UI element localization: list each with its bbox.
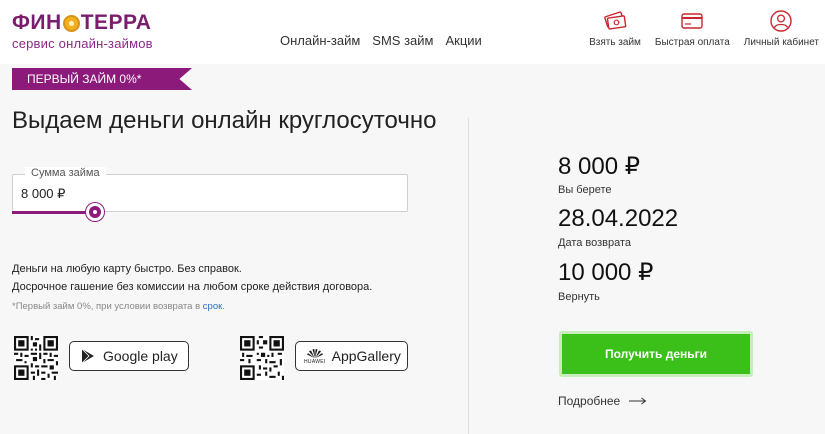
quick-pay-label: Быстрая оплата xyxy=(654,37,730,48)
take-loan-label: Взять займ xyxy=(589,37,641,48)
loan-amount-slider-handle[interactable] xyxy=(86,203,104,221)
google-play-icon xyxy=(81,348,95,364)
more-details-label: Подробнее xyxy=(558,394,621,408)
arrow-right-icon xyxy=(629,394,647,408)
loan-amount-slider-track[interactable] xyxy=(12,211,96,214)
footnote-text: *Первый займ 0%, при условии возврата в xyxy=(12,301,203,312)
user-icon xyxy=(769,10,793,32)
nav-item-online-loan[interactable]: Онлайн-займ xyxy=(280,33,360,48)
site-header: ФИН ТЕРРА сервис онлайн-займов Онлайн-за… xyxy=(0,0,825,64)
header-actions: Взять займ Быстрая оплата Личный кабинет xyxy=(589,10,819,48)
logo-text-part2: ТЕРРА xyxy=(80,11,152,34)
return-date-label: Дата возврата xyxy=(558,237,632,249)
appgallery-button[interactable]: HUAWEI AppGallery xyxy=(295,341,408,371)
google-play-button[interactable]: Google play xyxy=(69,341,189,371)
appgallery-label: AppGallery xyxy=(331,348,401,364)
return-amount-value: 10 000 ₽ xyxy=(558,259,654,286)
quick-pay-link[interactable]: Быстрая оплата xyxy=(655,10,730,48)
loan-amount-label: Сумма займа xyxy=(25,167,106,179)
huawei-icon: HUAWEI xyxy=(304,348,326,365)
return-amount-label: Вернуть xyxy=(558,291,600,303)
appgallery-qr-code xyxy=(240,336,284,380)
page-title: Выдаем деньги онлайн круглосуточно xyxy=(12,107,437,134)
card-icon xyxy=(680,10,704,32)
loan-amount-value: 8 000 ₽ xyxy=(21,186,66,201)
get-money-button[interactable]: Получить деньги xyxy=(559,331,753,377)
more-details-link[interactable]: Подробнее xyxy=(558,394,647,408)
logo[interactable]: ФИН ТЕРРА сервис онлайн-займов xyxy=(12,12,153,52)
google-play-label: Google play xyxy=(103,348,178,364)
first-loan-badge: ПЕРВЫЙ ЗАЙМ 0%* xyxy=(12,68,192,90)
account-link[interactable]: Личный кабинет xyxy=(744,10,819,48)
take-loan-link[interactable]: Взять займ xyxy=(589,10,641,48)
coin-icon xyxy=(62,14,80,32)
term-link[interactable]: срок xyxy=(203,301,222,312)
info-text-early-repayment: Досрочное гашение без комиссии на любом … xyxy=(12,281,373,293)
huawei-small-label: HUAWEI xyxy=(304,358,326,365)
nav-item-sms-loan[interactable]: SMS займ xyxy=(372,33,433,48)
logo-text-part1: ФИН xyxy=(12,11,62,34)
return-date-value: 28.04.2022 xyxy=(558,205,679,232)
footnote-suffix: . xyxy=(222,301,225,312)
loan-amount-field[interactable]: Сумма займа 8 000 ₽ xyxy=(12,167,408,212)
loan-take-label: Вы берете xyxy=(558,184,612,196)
nav-item-promotions[interactable]: Акции xyxy=(445,33,481,48)
panel-divider xyxy=(468,118,469,434)
logo-tagline: сервис онлайн-займов xyxy=(12,36,153,51)
google-play-qr-code xyxy=(14,336,58,380)
info-text-fast: Деньги на любую карту быстро. Без справо… xyxy=(12,263,242,275)
footnote: *Первый займ 0%, при условии возврата в … xyxy=(12,301,225,312)
money-icon xyxy=(603,10,627,32)
loan-take-amount: 8 000 ₽ xyxy=(558,153,640,180)
account-label: Личный кабинет xyxy=(743,37,819,48)
main-nav: Онлайн-займ SMS займ Акции xyxy=(280,33,482,48)
logo-wordmark: ФИН ТЕРРА xyxy=(12,12,153,34)
